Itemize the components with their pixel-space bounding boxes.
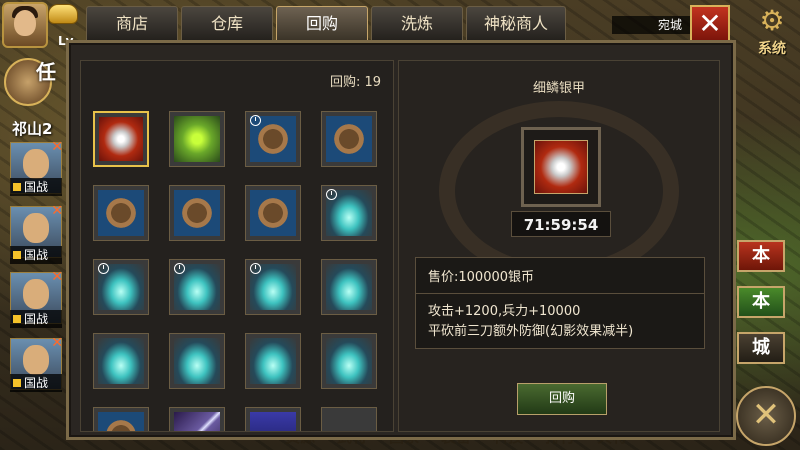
item-slot[interactable] <box>321 407 377 431</box>
hero-tag: 国战 <box>10 178 62 196</box>
token-item-icon <box>98 190 144 236</box>
tab-warehouse[interactable]: 仓库 <box>181 6 273 40</box>
price-label: 售价:100000银币 <box>428 270 535 285</box>
item-slot[interactable] <box>169 259 225 315</box>
gold-ingot-icon[interactable] <box>48 4 78 24</box>
token-item-icon <box>98 412 144 431</box>
crystal-item-icon <box>174 338 220 384</box>
crystal-item-icon <box>250 338 296 384</box>
crystal-item-icon <box>98 338 144 384</box>
armor-green-item-icon <box>174 116 220 162</box>
close-panel-button[interactable]: ✕ <box>690 5 730 43</box>
item-slot[interactable] <box>321 111 377 167</box>
crossed-swords-icon: ✕ <box>51 335 63 351</box>
player-avatar[interactable] <box>2 2 48 48</box>
crystal-item-icon <box>326 264 372 310</box>
crossed-swords-icon: ✕ <box>51 203 63 219</box>
buyback-count: 回购: 19 <box>329 75 381 90</box>
token-item-icon <box>174 190 220 236</box>
item-slot[interactable] <box>245 185 301 241</box>
side-button-2[interactable]: 本 <box>737 286 785 318</box>
buyback-button[interactable]: 回购 <box>517 383 607 415</box>
clock-icon <box>250 263 261 274</box>
item-slot[interactable] <box>169 333 225 389</box>
item-slot[interactable] <box>169 407 225 431</box>
item-slot[interactable] <box>93 259 149 315</box>
tab-shop[interactable]: 商店 <box>86 6 178 40</box>
side-button-1[interactable]: 本 <box>737 240 785 272</box>
crystal-item-icon <box>326 338 372 384</box>
item-slot[interactable] <box>93 185 149 241</box>
armor-red-item-icon <box>99 117 143 161</box>
main-menu-toggle-button[interactable]: ✕ <box>736 386 796 446</box>
clock-icon <box>326 189 337 200</box>
hero-portrait <box>23 149 49 179</box>
hero-portrait <box>23 345 49 375</box>
hero-tag: 国战 <box>10 374 62 392</box>
item-slot[interactable] <box>245 407 301 431</box>
side-button-3[interactable]: 城 <box>737 332 785 364</box>
avatar-face <box>14 10 36 36</box>
gear-icon: ⚙ <box>759 4 785 37</box>
crossed-swords-icon: ✕ <box>51 269 63 285</box>
hero-item-icon <box>250 412 296 431</box>
armor-item-icon <box>534 140 588 194</box>
item-slot[interactable] <box>245 111 301 167</box>
tab-buyback[interactable]: 回购 <box>276 6 368 40</box>
item-slot[interactable] <box>93 407 149 431</box>
clock-icon <box>250 115 261 126</box>
item-slot[interactable] <box>169 185 225 241</box>
hero-portrait <box>23 213 49 243</box>
item-slot[interactable] <box>93 111 149 167</box>
item-slot[interactable] <box>169 111 225 167</box>
divider <box>416 293 704 294</box>
token-item-icon <box>250 190 296 236</box>
location-label: 祁山2 <box>12 120 53 138</box>
crossed-swords-icon: ✕ <box>51 139 63 155</box>
item-name: 细鳞银甲 <box>532 81 585 96</box>
item-slot[interactable] <box>93 333 149 389</box>
item-slot[interactable] <box>245 259 301 315</box>
clock-icon <box>174 263 185 274</box>
tab-mystery-merchant[interactable]: 神秘商人 <box>466 6 566 40</box>
item-slot[interactable] <box>245 333 301 389</box>
city-badge: 宛城 <box>612 16 692 34</box>
item-slot[interactable] <box>321 185 377 241</box>
item-detail-frame <box>521 127 601 207</box>
sword-item-icon <box>174 412 220 431</box>
token-item-icon <box>326 116 372 162</box>
item-list-pane[interactable]: 回购: 19 <box>80 60 394 432</box>
hero-tag: 国战 <box>10 246 62 264</box>
item-detail-pane: 细鳞银甲 71:59:54 售价:100000银币 攻击+1200,兵力+100… <box>398 60 720 432</box>
effect-label: 平砍前三刀额外防御(幻影效果减半) <box>428 324 634 339</box>
item-info-box: 售价:100000银币 攻击+1200,兵力+10000 平砍前三刀额外防御(幻… <box>415 257 705 349</box>
clock-icon <box>98 263 109 274</box>
item-slot[interactable] <box>321 259 377 315</box>
stats-label: 攻击+1200,兵力+10000 <box>428 304 581 319</box>
system-button[interactable]: ⚙ 系统 <box>748 4 796 58</box>
tab-refine[interactable]: 洗炼 <box>371 6 463 40</box>
hero-tag: 国战 <box>10 310 62 328</box>
item-slot[interactable] <box>321 333 377 389</box>
system-label: 系统 <box>758 41 786 57</box>
countdown-timer: 71:59:54 <box>511 211 611 237</box>
hero-portrait <box>23 279 49 309</box>
task-label[interactable]: 任 <box>36 56 56 85</box>
